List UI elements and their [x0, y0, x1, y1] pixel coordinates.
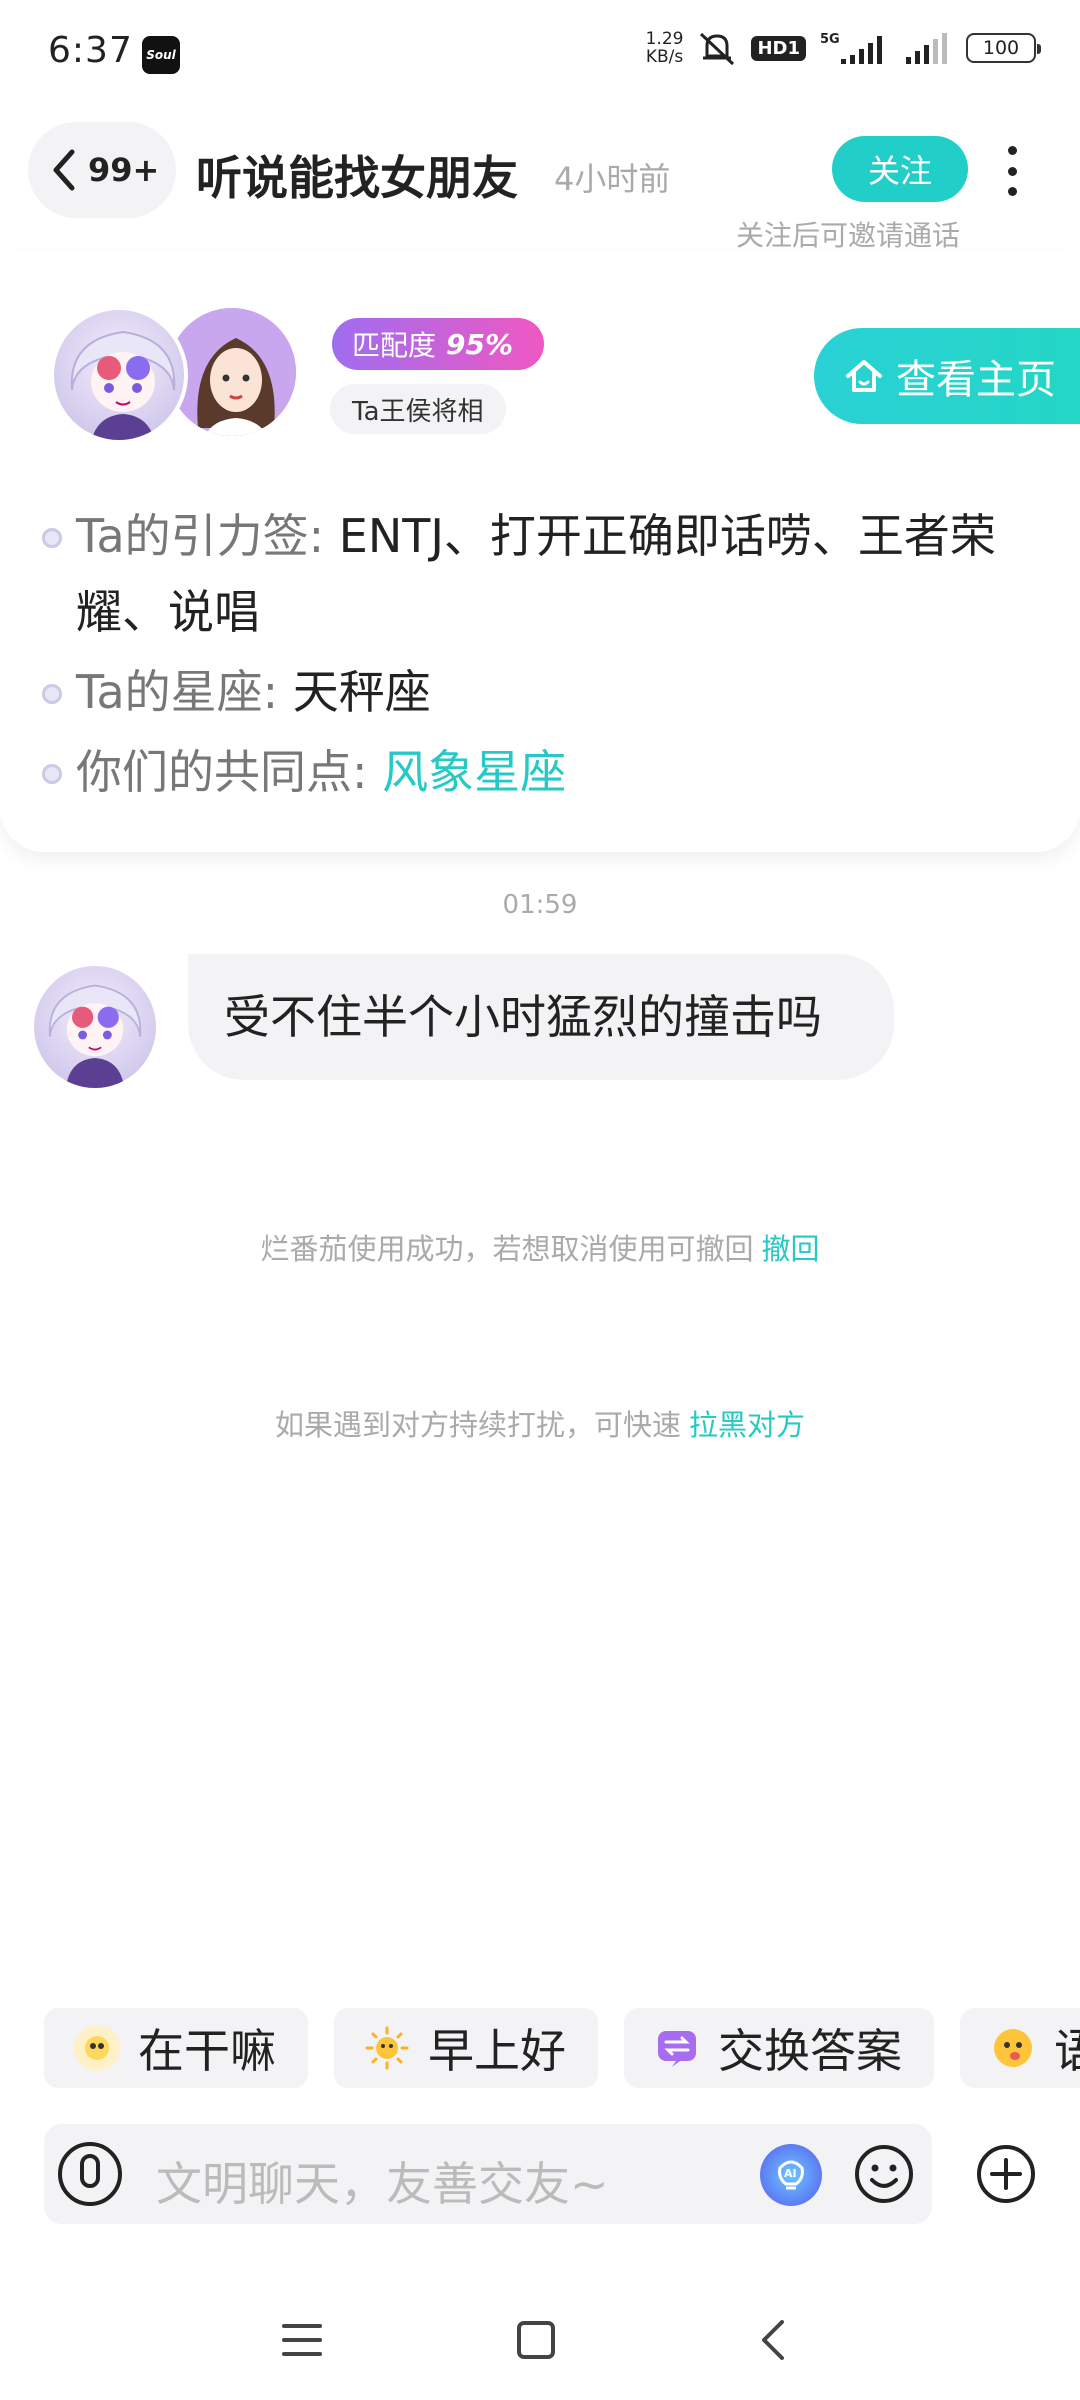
back-button[interactable]: 99+ — [28, 122, 176, 218]
signal-5g-icon: 5G — [820, 32, 882, 64]
zodiac-value: 天秤座 — [292, 665, 431, 719]
chat-header: 99+ 听说能找女朋友 4小时前 关注 关注后可邀请通话 — [0, 120, 1080, 260]
net-speed-unit: KB/s — [645, 47, 684, 67]
plus-icon[interactable] — [974, 2142, 1038, 2206]
profile-info: Ta的引力签: ENTJ、打开正确即话唠、王者荣耀、说唱 Ta的星座: 天秤座 … — [40, 498, 1040, 810]
system-notice-tomato: 烂番茄使用成功，若想取消使用可撤回 撤回 — [0, 1226, 1080, 1268]
signal-icon — [906, 33, 947, 64]
quick-reply-chip[interactable]: 在干嘛 — [44, 2008, 308, 2088]
system-notice-text: 烂番茄使用成功，若想取消使用可撤回 — [260, 1232, 754, 1266]
withdraw-link[interactable]: 撤回 — [762, 1232, 820, 1266]
match-value: 95% — [446, 327, 514, 361]
svg-text:AI: AI — [784, 2167, 797, 2180]
unread-count: 99+ — [88, 151, 160, 189]
message-bubble[interactable]: 受不住半个小时猛烈的撞击吗 — [188, 954, 894, 1080]
system-notice-block: 如果遇到对方持续打扰，可快速 拉黑对方 — [0, 1402, 1080, 1444]
message-input-bar: 文明聊天，友善交友~ AI — [44, 2124, 932, 2224]
quick-reply-label: 早上好 — [428, 2024, 566, 2078]
common-label: 你们的共同点: — [76, 745, 368, 799]
anime-avatar-icon — [48, 984, 142, 1088]
mute-bell-icon — [700, 32, 735, 66]
quick-reply-bar: 在干嘛 早上好 交换答案 语 — [44, 2008, 1080, 2088]
quick-reply-chip[interactable]: 早上好 — [334, 2008, 598, 2088]
quick-reply-label: 交换答案 — [718, 2024, 902, 2078]
sun-icon — [364, 2025, 410, 2071]
block-user-link[interactable]: 拉黑对方 — [689, 1408, 805, 1442]
home-icon — [846, 360, 882, 392]
status-bar: 6:37 Soul 1.29 KB/s HD1 5G 100 — [0, 0, 1080, 100]
face-icon — [990, 2025, 1036, 2071]
swap-icon — [654, 2025, 700, 2071]
anime-avatar-icon — [70, 330, 176, 440]
common-value[interactable]: 风象星座 — [382, 745, 566, 799]
chevron-left-icon — [53, 149, 75, 191]
battery-icon: 100 — [966, 33, 1041, 63]
ghost-icon — [74, 2025, 120, 2071]
home-square-icon[interactable] — [514, 2318, 558, 2362]
zodiac-label: Ta的星座: — [76, 665, 279, 719]
more-options-icon[interactable] — [1002, 146, 1022, 196]
message-input[interactable]: 文明聊天，友善交友~ — [156, 2148, 609, 2214]
chat-title[interactable]: 听说能找女朋友 — [196, 142, 518, 208]
message-timestamp: 01:59 — [502, 890, 578, 920]
soul-app-icon: Soul — [142, 36, 180, 74]
system-notice-text: 如果遇到对方持续打扰，可快速 — [274, 1408, 681, 1442]
sender-avatar[interactable] — [34, 966, 156, 1088]
quick-reply-label: 语 — [1054, 2024, 1080, 2078]
profile-card: 匹配度 95% Ta王侯将相 查看主页 Ta的引力签: ENTJ、打开正确即话唠… — [0, 252, 1080, 852]
match-label: 匹配度 — [352, 329, 437, 362]
net-speed-value: 1.29 — [645, 29, 684, 49]
zodiac-row: Ta的星座: 天秤座 — [40, 654, 1040, 730]
nickname-tag: Ta王侯将相 — [330, 384, 506, 434]
system-nav-bar — [0, 2300, 1080, 2400]
quick-reply-chip[interactable]: 交换答案 — [624, 2008, 934, 2088]
svg-text:5G: 5G — [820, 32, 840, 47]
menu-icon[interactable] — [280, 2318, 324, 2362]
view-profile-button[interactable]: 查看主页 — [814, 328, 1080, 424]
view-profile-label: 查看主页 — [896, 357, 1056, 403]
tags-row: Ta的引力签: ENTJ、打开正确即话唠、王者荣耀、说唱 — [40, 498, 1040, 650]
tags-label: Ta的引力签: — [76, 509, 325, 563]
follow-button[interactable]: 关注 — [832, 136, 968, 202]
back-nav-icon[interactable] — [752, 2318, 796, 2362]
status-time: 6:37 — [48, 30, 133, 71]
quick-reply-label: 在干嘛 — [138, 2024, 276, 2078]
emoji-icon[interactable] — [852, 2142, 916, 2206]
common-row: 你们的共同点: 风象星座 — [40, 734, 1040, 810]
follow-hint: 关注后可邀请通话 — [736, 219, 961, 252]
my-avatar[interactable] — [50, 306, 188, 444]
status-indicators: 1.29 KB/s HD1 5G 100 — [646, 30, 1041, 66]
last-active: 4小时前 — [554, 160, 671, 198]
match-badge: 匹配度 95% — [332, 318, 544, 370]
battery-level: 100 — [982, 37, 1020, 59]
quick-reply-chip[interactable]: 语 — [960, 2008, 1080, 2088]
net-speed: 1.29 KB/s — [646, 30, 684, 66]
hd-icon: HD1 — [751, 35, 806, 61]
voice-input-icon[interactable] — [58, 2142, 122, 2206]
ai-assistant-icon[interactable]: AI — [760, 2144, 822, 2206]
